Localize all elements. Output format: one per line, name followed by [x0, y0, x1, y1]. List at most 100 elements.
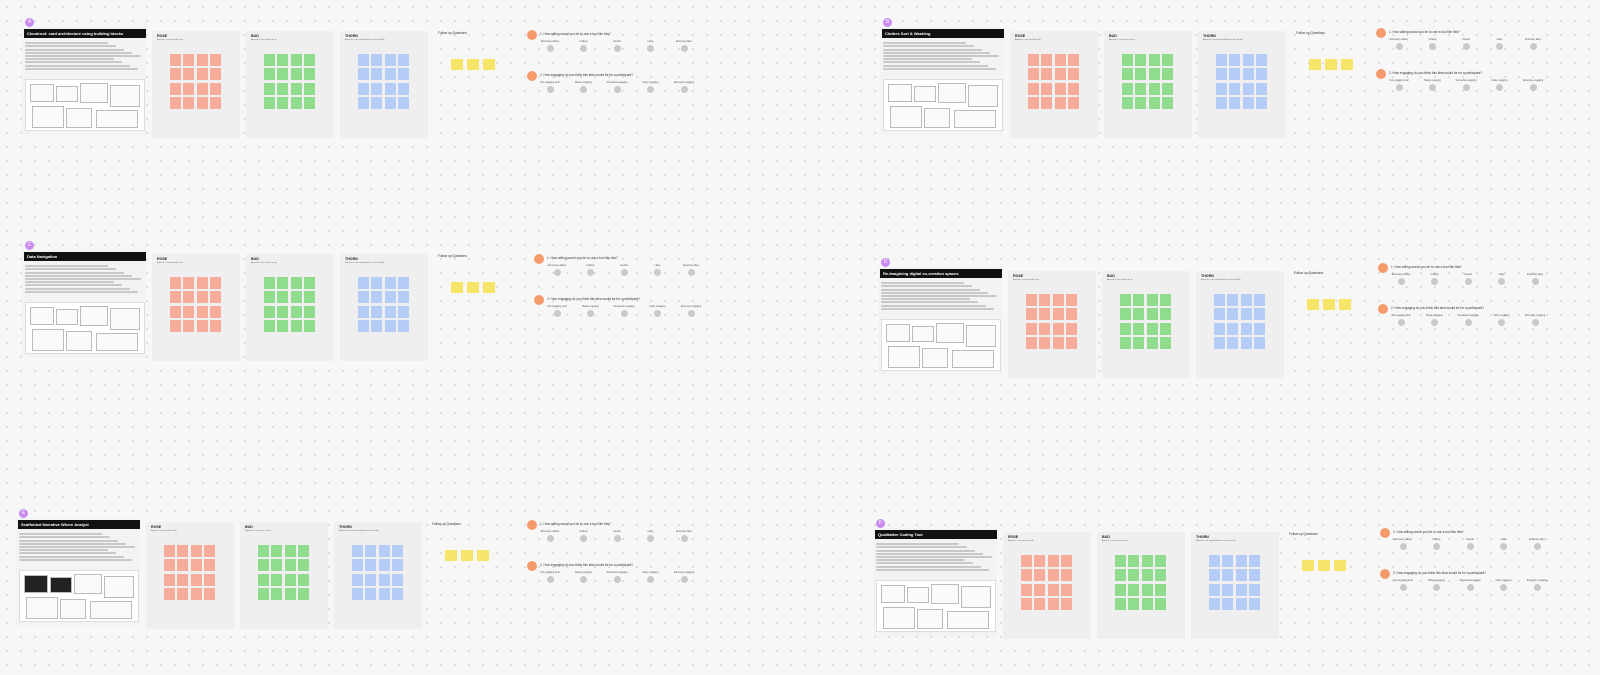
thorn-sticky-note[interactable]	[1216, 68, 1227, 81]
thorn-sticky-note[interactable]	[358, 277, 369, 289]
group-number-badge[interactable]: A	[25, 18, 34, 27]
thorn-column[interactable]: THORN Aspects I am worried about or do no…	[340, 31, 428, 138]
bud-sticky-note[interactable]	[1155, 598, 1167, 611]
rating-option[interactable]: Neutral	[602, 41, 632, 52]
thorn-sticky-note[interactable]	[371, 277, 383, 289]
bud-sticky-note[interactable]	[264, 277, 275, 289]
rose-sticky-note[interactable]	[1047, 583, 1059, 596]
rose-column[interactable]: ROSE Aspects I am excited to do	[152, 254, 240, 361]
thorn-sticky-note[interactable]	[1235, 569, 1247, 582]
thorn-sticky-note[interactable]	[1216, 82, 1227, 95]
rose-sticky-note[interactable]	[177, 545, 189, 557]
thorn-sticky-note[interactable]	[1256, 68, 1268, 81]
rating-radio-circle[interactable]	[1433, 542, 1440, 550]
bud-column[interactable]: BUD Aspects I am curious to try	[1097, 532, 1185, 639]
rating-radio-circle[interactable]	[1496, 42, 1503, 50]
bud-sticky-note[interactable]	[298, 545, 310, 557]
bud-column[interactable]: BUD Aspects I am curious to try	[1104, 31, 1192, 138]
rose-sticky-note[interactable]	[1052, 337, 1064, 350]
thorn-sticky-note[interactable]	[1240, 322, 1252, 335]
rose-column[interactable]: ROSE Aspects I am excited to do	[146, 522, 234, 629]
rating-radio-circle[interactable]	[1498, 277, 1505, 285]
rating-option[interactable]: Fairly engaging	[636, 572, 666, 583]
thorn-sticky-note[interactable]	[352, 573, 363, 586]
rose-sticky-note[interactable]	[1034, 583, 1046, 596]
rating-option[interactable]: Fairly engaging	[636, 82, 666, 93]
rose-sticky-note[interactable]	[1041, 68, 1053, 81]
bud-sticky-note[interactable]	[271, 573, 283, 586]
bud-sticky-note[interactable]	[1122, 54, 1133, 66]
bud-sticky-note[interactable]	[304, 54, 316, 66]
follow-up-sticky-note[interactable]	[461, 550, 473, 561]
rose-column[interactable]: ROSE Aspects I am excited to do	[1010, 31, 1098, 138]
bud-sticky-note[interactable]	[1115, 598, 1126, 611]
thorn-sticky-note[interactable]	[1240, 308, 1252, 321]
rating-option[interactable]: Extremely likely	[1520, 274, 1550, 285]
thorn-sticky-note[interactable]	[1222, 569, 1234, 582]
rose-sticky-note[interactable]	[1054, 97, 1066, 110]
rose-sticky-note[interactable]	[1061, 569, 1073, 582]
rating-option[interactable]: Likely	[643, 265, 673, 276]
rose-sticky-note[interactable]	[183, 277, 195, 289]
group-number-badge[interactable]: B	[883, 18, 892, 27]
rating-option[interactable]: Likely	[636, 531, 666, 542]
thorn-column[interactable]: THORN Aspects I am worried about or do no…	[340, 254, 428, 361]
rose-sticky-note[interactable]	[1061, 555, 1073, 567]
bud-sticky-note[interactable]	[290, 320, 302, 333]
rating-radio-circle[interactable]	[1433, 583, 1440, 591]
rating-radio-circle[interactable]	[1531, 277, 1539, 285]
rose-sticky-note[interactable]	[170, 97, 181, 110]
thorn-sticky-note[interactable]	[1235, 555, 1247, 567]
bud-sticky-note[interactable]	[1148, 97, 1160, 110]
rating-radio-circle[interactable]	[580, 575, 587, 583]
rating-radio-circle[interactable]	[546, 85, 554, 93]
bud-sticky-note[interactable]	[284, 588, 296, 601]
concept-description-card[interactable]: Data Navigation	[22, 250, 146, 358]
bud-sticky-note[interactable]	[277, 54, 289, 66]
follow-up-sticky-note[interactable]	[1323, 299, 1335, 310]
thorn-sticky-note[interactable]	[358, 97, 369, 110]
group-number-badge[interactable]: C	[25, 241, 34, 250]
rose-sticky-note[interactable]	[190, 559, 202, 572]
rating-option[interactable]: Neutral	[609, 265, 639, 276]
rating-radio-circle[interactable]	[680, 575, 688, 583]
bud-sticky-note[interactable]	[264, 305, 275, 318]
follow-up-sticky-note[interactable]	[1339, 299, 1351, 310]
rating-radio-circle[interactable]	[1397, 318, 1405, 326]
bud-column[interactable]: BUD Aspects I am curious to try	[240, 522, 328, 629]
thorn-sticky-note[interactable]	[358, 54, 369, 66]
rating-radio-circle[interactable]	[680, 534, 688, 542]
rating-radio-circle[interactable]	[580, 534, 587, 542]
rating-option[interactable]: Extremely likely	[669, 531, 699, 542]
thorn-sticky-note[interactable]	[1216, 97, 1227, 110]
thorn-sticky-note[interactable]	[1222, 555, 1234, 567]
rating-radio-circle[interactable]	[1500, 583, 1507, 591]
rose-sticky-note[interactable]	[1041, 54, 1053, 66]
thorn-sticky-note[interactable]	[384, 97, 396, 110]
rose-column[interactable]: ROSE Aspects I am excited to do	[152, 31, 240, 138]
rating-radio-circle[interactable]	[647, 85, 654, 93]
thorn-sticky-note[interactable]	[378, 588, 390, 601]
thorn-sticky-note[interactable]	[384, 320, 396, 333]
bud-sticky-note[interactable]	[1141, 555, 1153, 567]
thorn-sticky-note[interactable]	[365, 559, 377, 572]
thorn-column[interactable]: THORN Aspects I am worried about or do no…	[334, 522, 422, 629]
bud-sticky-note[interactable]	[1133, 337, 1145, 350]
thorn-sticky-note[interactable]	[1214, 308, 1225, 321]
thorn-sticky-note[interactable]	[398, 54, 410, 66]
rose-sticky-note[interactable]	[196, 97, 208, 110]
bud-sticky-note[interactable]	[1115, 583, 1126, 596]
rating-option[interactable]: Unlikely	[569, 41, 599, 52]
rating-radio-circle[interactable]	[1462, 42, 1470, 50]
follow-up-sticky-note[interactable]	[1302, 560, 1314, 571]
rating-radio-circle[interactable]	[654, 268, 661, 276]
rose-sticky-note[interactable]	[1047, 555, 1059, 567]
bud-sticky-note[interactable]	[258, 573, 269, 586]
rose-sticky-note[interactable]	[1028, 97, 1039, 110]
rose-sticky-note[interactable]	[210, 97, 222, 110]
rating-radio-circle[interactable]	[1399, 583, 1407, 591]
follow-up-sticky-note[interactable]	[467, 59, 479, 70]
follow-up-sticky-note[interactable]	[467, 282, 479, 293]
thorn-sticky-note[interactable]	[398, 97, 410, 110]
rose-sticky-note[interactable]	[190, 545, 202, 557]
